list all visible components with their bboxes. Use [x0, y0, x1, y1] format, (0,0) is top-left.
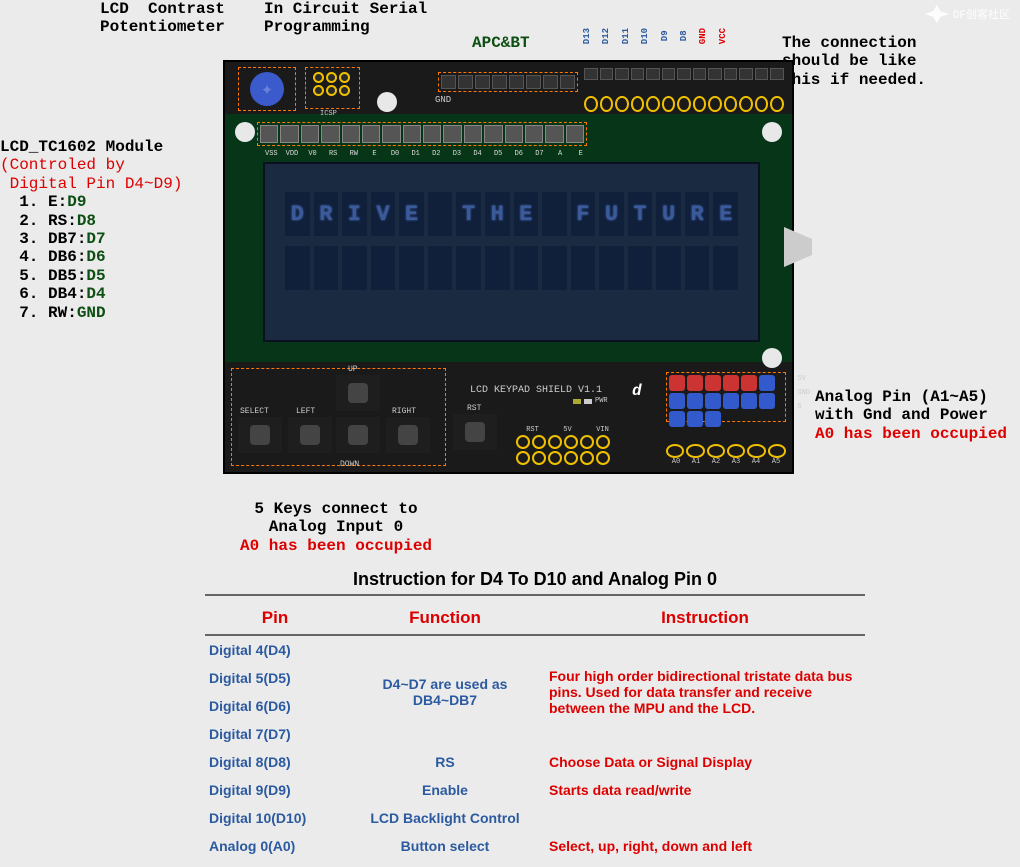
- mount-hole-icon: [377, 92, 397, 112]
- icsp-header: ICSP: [305, 67, 360, 109]
- instruction-table: Instruction for D4 To D10 and Analog Pin…: [205, 563, 865, 860]
- icsp-caption: ICSP: [320, 110, 337, 118]
- brand-corner: DF创客社区: [925, 5, 1010, 23]
- label-keys-note: 5 Keys connect to Analog Input 0: [240, 500, 432, 537]
- th-instr: Instruction: [545, 602, 865, 635]
- lcd-pin-row: [257, 122, 587, 146]
- contrast-potentiometer: ✦: [238, 67, 296, 111]
- lcd-row-2: [285, 246, 738, 290]
- pwr-label: PWR: [595, 397, 608, 405]
- mount-hole-icon: [235, 122, 255, 142]
- digital-solder-row: [584, 68, 784, 80]
- lcd-shield-board: ✦ ICSP GND: [223, 60, 794, 474]
- button-reset: RST: [453, 414, 503, 454]
- label-a0-occupied-2: A0 has been occupied: [240, 537, 432, 555]
- lcd-module-pins: 1. E:D9 2. RS:D8 3. DB7:D7 4. DB6:D6 5. …: [0, 193, 182, 322]
- df-board-logo-icon: d: [632, 382, 642, 400]
- button-select: [238, 417, 282, 453]
- button-left: [288, 417, 332, 453]
- button-down-label: DOWN: [340, 460, 359, 469]
- led-icon: [573, 399, 581, 404]
- diagram-page: DF创客社区 LCD Contrast Potentiometer In Cir…: [0, 0, 1020, 867]
- df-logo-icon: [925, 5, 949, 23]
- label-apcbt: APC&BT: [472, 34, 530, 52]
- digital-pin-labels: D13D12D11D10D9D8GNDVCC: [582, 28, 737, 44]
- button-select-label: SELECT: [240, 407, 269, 416]
- label-conn-note: The connection should be like this if ne…: [782, 34, 926, 89]
- label-contrast: LCD Contrast Potentiometer: [100, 0, 225, 37]
- button-up: [336, 375, 380, 411]
- analog-side-labels: 5VGNDS: [797, 372, 810, 414]
- lcd-row-1: DRIVE THE FUTURE: [285, 192, 738, 236]
- led-icon: [584, 399, 592, 404]
- power-indicator: PWR: [573, 397, 608, 405]
- lcd-module-title: LCD_TC1602 Module: [0, 138, 182, 156]
- button-right-label: RIGHT: [392, 407, 416, 416]
- label-a0-occupied: A0 has been occupied: [815, 425, 1007, 443]
- button-right: [386, 417, 430, 453]
- digital-pin-header: [584, 96, 784, 112]
- lcd-tab-icon: [784, 227, 812, 267]
- lcd-screen: DRIVE THE FUTURE: [263, 162, 760, 342]
- button-down: [336, 417, 380, 453]
- potentiometer-icon: ✦: [250, 72, 284, 106]
- brand-text: DF创客社区: [953, 6, 1010, 22]
- th-pin: Pin: [205, 602, 345, 635]
- lcd-module-control: (Controled by Digital Pin D4~D9): [0, 156, 182, 193]
- button-left-label: LEFT: [296, 407, 315, 416]
- board-title: LCD KEYPAD SHIELD V1.1: [470, 385, 602, 396]
- th-func: Function: [345, 602, 545, 635]
- mount-hole-icon: [762, 348, 782, 368]
- table-title: Instruction for D4 To D10 and Analog Pin…: [205, 569, 865, 596]
- mount-hole-icon: [762, 122, 782, 142]
- label-icsp: In Circuit Serial Programming: [264, 0, 427, 37]
- button-up-label: UP: [348, 365, 358, 374]
- apcbt-header: [438, 72, 578, 92]
- keypad-group: UP SELECT LEFT DOWN RIGHT: [231, 368, 446, 466]
- lcd-pin-labels: VSSVDDV0RSRWED0D1D2D3D4D5D6D7AE: [261, 150, 591, 158]
- gnd-label: GND: [435, 95, 451, 105]
- analog-bottom-pins: A0A1A2A3A4A5: [666, 444, 786, 466]
- label-analog-note: Analog Pin (A1~A5) with Gnd and Power: [815, 388, 1007, 425]
- power-pin-block: RST5VVIN: [515, 426, 620, 466]
- button-reset-label: RST: [467, 404, 481, 413]
- analog-power-block: [666, 372, 786, 422]
